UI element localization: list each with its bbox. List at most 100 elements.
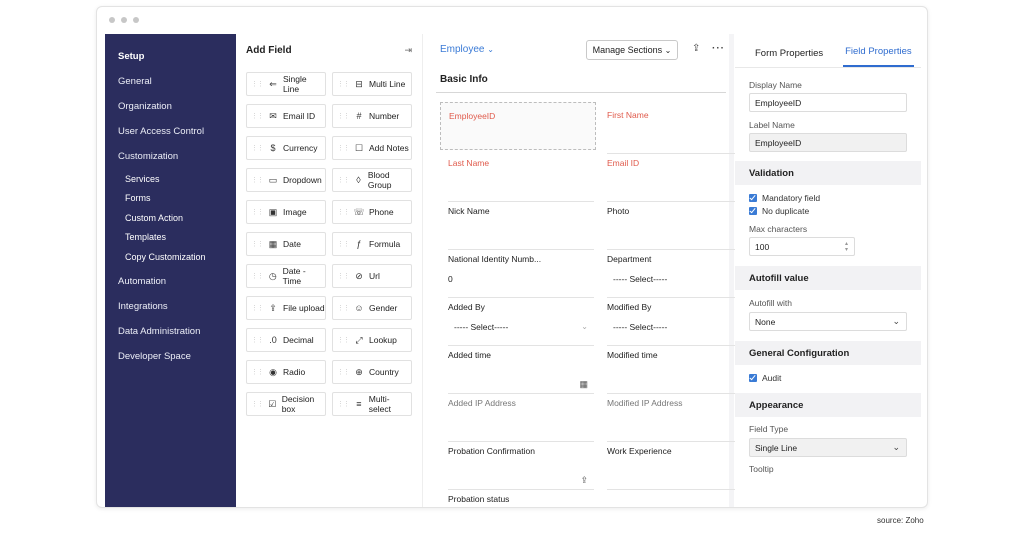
- field-type-chip[interactable]: ⋮⋮ $ Currency: [246, 136, 326, 160]
- field-added-time[interactable]: Added time ▦: [448, 350, 598, 394]
- sidebar-subitem-forms[interactable]: Forms: [105, 189, 236, 209]
- display-name-input[interactable]: EmployeeID: [749, 93, 907, 112]
- sidebar-subitem-services[interactable]: Services: [105, 169, 236, 189]
- sidebar-item-data-administration[interactable]: Data Administration: [105, 319, 236, 344]
- tab-field-properties[interactable]: Field Properties: [843, 46, 914, 67]
- drag-handle-icon[interactable]: ⋮⋮: [337, 176, 350, 184]
- drag-handle-icon[interactable]: ⋮⋮: [337, 240, 350, 248]
- sidebar-item-general[interactable]: General: [105, 69, 236, 94]
- drag-handle-icon[interactable]: ⋮⋮: [251, 208, 264, 216]
- drag-handle-icon[interactable]: ⋮⋮: [337, 368, 350, 376]
- drag-handle-icon[interactable]: ⋮⋮: [337, 272, 350, 280]
- drag-handle-icon[interactable]: ⋮⋮: [251, 368, 264, 376]
- field-nick-name[interactable]: Nick Name: [448, 206, 598, 250]
- field-type-chip[interactable]: ⋮⋮ ⇪ File upload: [246, 296, 326, 320]
- form-canvas: Employee ⌄ Manage Sections ⌄ ⇪ ··· Basic…: [424, 34, 753, 507]
- modified-by-select[interactable]: ----- Select-----⌄: [607, 322, 753, 332]
- sidebar-item-customization[interactable]: Customization: [105, 144, 236, 169]
- sidebar-item-integrations[interactable]: Integrations: [105, 294, 236, 319]
- field-type-chip[interactable]: ⋮⋮ ▣ Image: [246, 200, 326, 224]
- field-type-chip[interactable]: ⋮⋮ ⇐ Single Line: [246, 72, 326, 96]
- field-type-chip[interactable]: ⋮⋮ ◊ Blood Group: [332, 168, 412, 192]
- sidebar-item-automation[interactable]: Automation: [105, 269, 236, 294]
- drag-handle-icon[interactable]: ⋮⋮: [337, 304, 350, 312]
- department-select[interactable]: ----- Select-----⌄: [607, 274, 753, 284]
- field-added-by[interactable]: Added By ----- Select----- ⌄: [448, 302, 598, 346]
- audit-checkbox[interactable]: Audit: [735, 373, 921, 383]
- field-type-chip[interactable]: ⋮⋮ .0 Decimal: [246, 328, 326, 352]
- field-type-chip[interactable]: ⋮⋮ ≡ Multi-select: [332, 392, 412, 416]
- add-field-panel: Add Field ⇥ ⋮⋮ ⇐ Single Line ⋮⋮ ⊟ Multi Line ⋮…: [236, 34, 423, 507]
- field-probation-status[interactable]: Probation status: [448, 494, 598, 507]
- form-selector[interactable]: Employee ⌄: [440, 44, 494, 55]
- mandatory-checkbox[interactable]: Mandatory field: [735, 193, 921, 203]
- sidebar-item-user-access-control[interactable]: User Access Control: [105, 119, 236, 144]
- drag-handle-icon[interactable]: ⋮⋮: [251, 272, 264, 280]
- field-type-chip[interactable]: ⋮⋮ ƒ Formula: [332, 232, 412, 256]
- field-probation-confirmation[interactable]: Probation Confirmation ⇪: [448, 446, 598, 490]
- no-duplicate-checkbox[interactable]: No duplicate: [735, 206, 921, 216]
- field-last-name[interactable]: Last Name: [448, 158, 598, 202]
- field-type-chip[interactable]: ⋮⋮ ⊟ Multi Line: [332, 72, 412, 96]
- field-type-chip[interactable]: ⋮⋮ ⊕ Country: [332, 360, 412, 384]
- tab-form-properties[interactable]: Form Properties: [755, 48, 823, 67]
- label-name-label: Label Name: [749, 120, 795, 130]
- field-type-chip[interactable]: ⋮⋮ # Number: [332, 104, 412, 128]
- field-type-chip[interactable]: ⋮⋮ ☑ Decision box: [246, 392, 326, 416]
- field-type-chip[interactable]: ⋮⋮ ▭ Dropdown: [246, 168, 326, 192]
- drag-handle-icon[interactable]: ⋮⋮: [251, 304, 264, 312]
- no-duplicate-label: No duplicate: [762, 206, 810, 216]
- field-label: Nick Name: [448, 206, 490, 216]
- mandatory-label: Mandatory field: [762, 193, 821, 203]
- autofill-with-select[interactable]: None ⌄: [749, 312, 907, 331]
- field-type-chip[interactable]: ⋮⋮ ◷ Date - Time: [246, 264, 326, 288]
- number-icon: #: [356, 111, 362, 121]
- drag-handle-icon[interactable]: ⋮⋮: [337, 208, 350, 216]
- collapse-icon[interactable]: ⇥: [404, 45, 412, 56]
- drag-handle-icon[interactable]: ⋮⋮: [337, 336, 350, 344]
- drag-handle-icon[interactable]: ⋮⋮: [251, 240, 264, 248]
- drag-handle-icon[interactable]: ⋮⋮: [251, 144, 264, 152]
- field-type-chip[interactable]: ⋮⋮ ✉ Email ID: [246, 104, 326, 128]
- field-type-chip[interactable]: ⋮⋮ ⤢ Lookup: [332, 328, 412, 352]
- chevron-down-icon: ⌄: [664, 45, 672, 55]
- field-national-identity-number[interactable]: National Identity Numb... 0: [448, 254, 598, 298]
- stepper-icon[interactable]: ▴ ▾: [845, 241, 848, 253]
- sidebar-subitem-copy-customization[interactable]: Copy Customization: [105, 247, 236, 267]
- autofill-section-title: Autofill value: [735, 266, 921, 290]
- field-type-label: Dropdown: [283, 175, 322, 185]
- added-by-select[interactable]: ----- Select----- ⌄: [448, 322, 594, 332]
- drag-handle-icon[interactable]: ⋮⋮: [251, 80, 264, 88]
- field-type-select[interactable]: Single Line ⌄: [749, 438, 907, 457]
- sidebar-item-setup[interactable]: Setup: [105, 44, 236, 69]
- field-added-ip-address[interactable]: Added IP Address: [448, 398, 598, 442]
- drag-handle-icon[interactable]: ⋮⋮: [337, 112, 350, 120]
- drag-handle-icon[interactable]: ⋮⋮: [251, 112, 264, 120]
- sidebar-subitem-custom-action[interactable]: Custom Action: [105, 208, 236, 228]
- drag-handle-icon[interactable]: ⋮⋮: [251, 336, 264, 344]
- field-type-chip[interactable]: ⋮⋮ ☏ Phone: [332, 200, 412, 224]
- checkbox-checked-icon: [749, 207, 757, 215]
- sidebar-item-developer-space[interactable]: Developer Space: [105, 344, 236, 369]
- field-label: Added IP Address: [448, 398, 516, 408]
- drag-handle-icon[interactable]: ⋮⋮: [251, 176, 264, 184]
- sidebar-item-organization[interactable]: Organization: [105, 94, 236, 119]
- field-type-chip[interactable]: ⋮⋮ ◉ Radio: [246, 360, 326, 384]
- field-type-chip[interactable]: ⋮⋮ ▦ Date: [246, 232, 326, 256]
- manage-sections-button[interactable]: Manage Sections ⌄: [586, 40, 678, 60]
- field-type-chip[interactable]: ⋮⋮ ☐ Add Notes: [332, 136, 412, 160]
- more-options-icon[interactable]: ···: [712, 43, 725, 54]
- max-characters-stepper[interactable]: 100 ▴ ▾: [749, 237, 855, 256]
- drag-handle-icon[interactable]: ⋮⋮: [337, 144, 350, 152]
- general-config-section-title: General Configuration: [735, 341, 921, 365]
- export-icon[interactable]: ⇪: [692, 43, 700, 54]
- field-type-chip[interactable]: ⋮⋮ ⊘ Url: [332, 264, 412, 288]
- sidebar-subitem-templates[interactable]: Templates: [105, 228, 236, 248]
- field-type-label: Radio: [283, 367, 306, 377]
- drag-handle-icon[interactable]: ⋮⋮: [337, 80, 350, 88]
- drag-handle-icon[interactable]: ⋮⋮: [251, 400, 264, 408]
- label-name-input[interactable]: EmployeeID: [749, 133, 907, 152]
- drag-handle-icon[interactable]: ⋮⋮: [337, 400, 350, 408]
- field-employee-id-selected[interactable]: EmployeeID: [440, 102, 596, 150]
- field-type-chip[interactable]: ⋮⋮ ☺ Gender: [332, 296, 412, 320]
